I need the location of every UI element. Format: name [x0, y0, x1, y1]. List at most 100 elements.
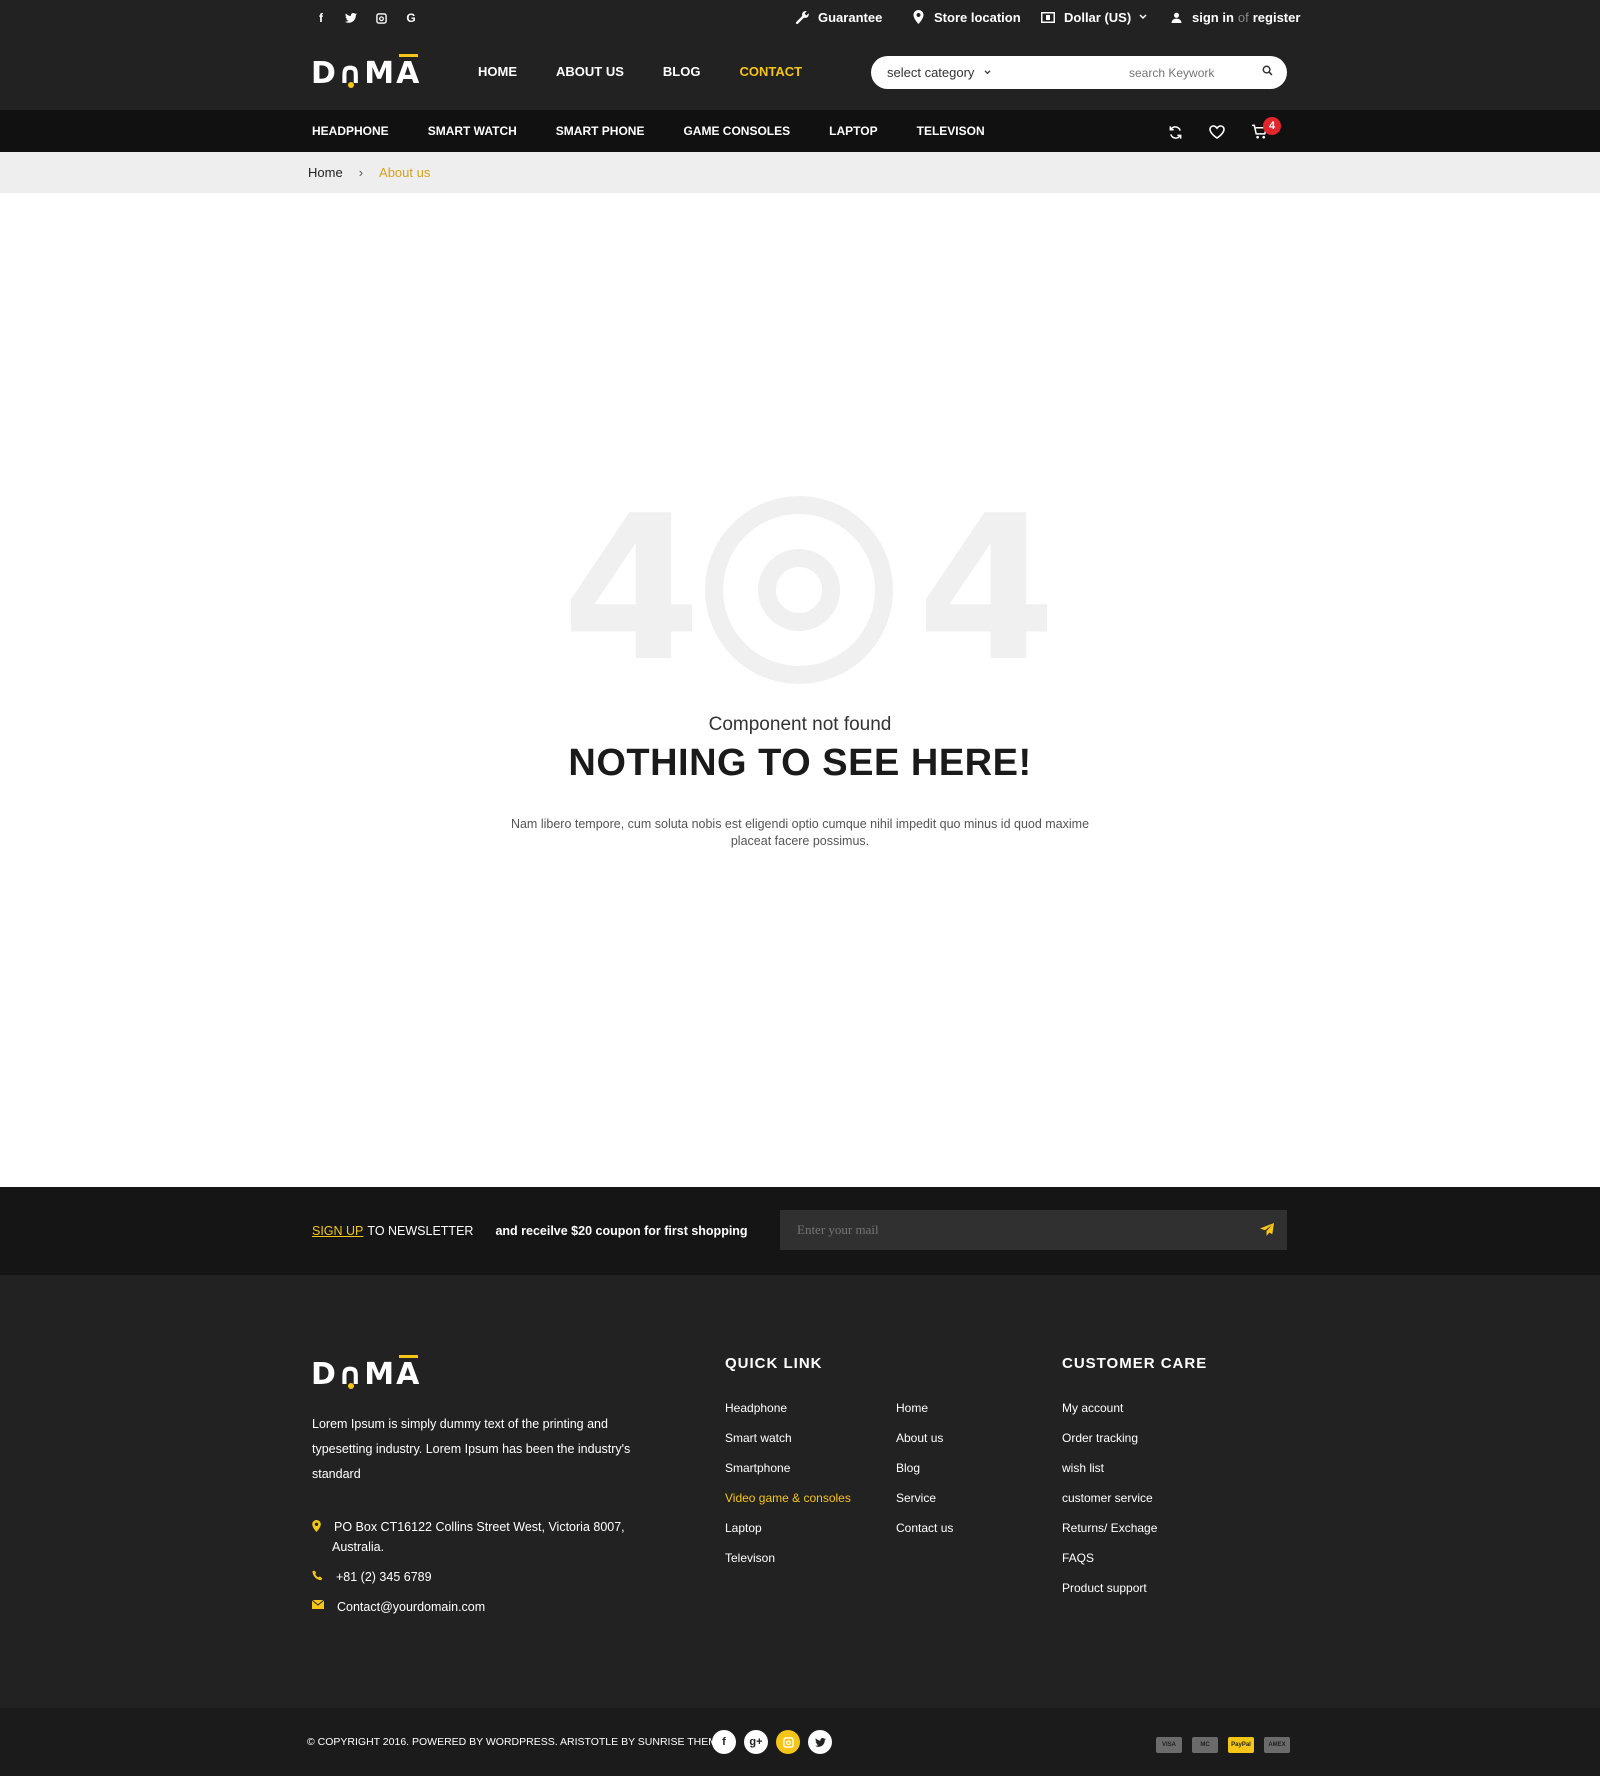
- paypal-icon: PayPal: [1228, 1737, 1254, 1753]
- instagram-icon[interactable]: [776, 1730, 800, 1754]
- category-televison[interactable]: TELEVISON: [917, 124, 985, 138]
- or-text: of: [1237, 9, 1249, 25]
- nav-contact[interactable]: CONTACT: [739, 64, 802, 79]
- google-icon[interactable]: G: [402, 10, 420, 26]
- newsletter-text: SIGN UP TO NEWSLETTER and receilve $20 c…: [312, 1224, 748, 1238]
- map-pin-icon: [312, 1520, 324, 1557]
- twitter-icon[interactable]: [808, 1730, 832, 1754]
- quick-links-col-2: Home About us Blog Service Contact us: [896, 1401, 953, 1551]
- category-laptop[interactable]: LAPTOP: [829, 124, 877, 138]
- currency-select[interactable]: Dollar (US): [1040, 9, 1147, 25]
- newsletter-section: SIGN UP TO NEWSLETTER and receilve $20 c…: [0, 1187, 1600, 1275]
- cart-count-badge: 4: [1263, 117, 1281, 135]
- footer-link[interactable]: customer service: [1062, 1491, 1157, 1521]
- user-icon: [1168, 9, 1184, 25]
- search-icon[interactable]: [1262, 65, 1273, 76]
- error-404-graphic: 4 4: [562, 473, 1056, 706]
- copyright-text: © COPYRIGHT 2016. POWERED BY WORDPRESS. …: [307, 1736, 724, 1748]
- header-social-links: f G: [312, 10, 420, 26]
- footer-link[interactable]: My account: [1062, 1401, 1157, 1431]
- footer-link[interactable]: Headphone: [725, 1401, 851, 1431]
- newsletter-form: [780, 1210, 1287, 1250]
- footer-logo[interactable]: D ∩ M A: [311, 1355, 421, 1392]
- breadcrumb-separator: ›: [358, 165, 364, 180]
- map-pin-icon: [910, 9, 926, 25]
- facebook-icon[interactable]: f: [312, 10, 330, 26]
- footer-link[interactable]: Smartphone: [725, 1461, 851, 1491]
- nav-about-us[interactable]: ABOUT US: [556, 64, 624, 79]
- send-icon[interactable]: [1259, 1222, 1275, 1237]
- category-headphone[interactable]: HEADPHONE: [312, 124, 389, 138]
- error-code-left: 4: [562, 473, 702, 706]
- signup-link[interactable]: SIGN UP: [312, 1224, 363, 1238]
- account-links: sign in of register: [1168, 9, 1300, 25]
- mastercard-icon: MC: [1192, 1737, 1218, 1753]
- category-smart-watch[interactable]: SMART WATCH: [428, 124, 517, 138]
- google-plus-icon[interactable]: g+: [744, 1730, 768, 1754]
- wrench-icon: [794, 9, 810, 25]
- customer-care-links: My account Order tracking wish list cust…: [1062, 1401, 1157, 1611]
- footer-link[interactable]: Blog: [896, 1461, 953, 1491]
- guarantee-label: Guarantee: [818, 9, 883, 25]
- twitter-icon[interactable]: [342, 10, 360, 26]
- address-line-2: Australia.: [332, 1540, 385, 1554]
- footer-link[interactable]: wish list: [1062, 1461, 1157, 1491]
- instagram-icon[interactable]: [372, 10, 390, 26]
- footer-link[interactable]: Contact us: [896, 1521, 953, 1551]
- bottom-bar: © COPYRIGHT 2016. POWERED BY WORDPRESS. …: [0, 1708, 1600, 1776]
- category-select[interactable]: select category: [887, 65, 991, 80]
- newsletter-email-input[interactable]: [797, 1222, 1197, 1238]
- store-location-link[interactable]: Store location: [910, 9, 1021, 25]
- currency-label: Dollar (US): [1064, 9, 1132, 25]
- breadcrumb-current: About us: [379, 165, 431, 180]
- footer-link[interactable]: FAQS: [1062, 1551, 1157, 1581]
- logo-a-mark: ∩: [337, 56, 365, 91]
- breadcrumb-home[interactable]: Home: [308, 165, 343, 180]
- footer-link[interactable]: Returns/ Exchage: [1062, 1521, 1157, 1551]
- footer-link[interactable]: Service: [896, 1491, 953, 1521]
- search-input[interactable]: [1129, 65, 1239, 80]
- error-description: Nam libero tempore, cum soluta nobis est…: [510, 817, 1090, 848]
- register-link[interactable]: register: [1253, 10, 1301, 25]
- footer-link[interactable]: Order tracking: [1062, 1431, 1157, 1461]
- category-game-consoles[interactable]: GAME CONSOLES: [683, 124, 790, 138]
- quick-link-heading: QUICK LINK: [725, 1355, 823, 1372]
- nav-home[interactable]: HOME: [478, 64, 517, 79]
- footer-link[interactable]: Video game & consoles: [725, 1491, 851, 1521]
- error-title: NOTHING TO SEE HERE!: [568, 742, 1032, 784]
- footer-social-links: f g+: [712, 1730, 832, 1754]
- footer-link[interactable]: Home: [896, 1401, 953, 1431]
- email-link[interactable]: Contact@yourdomain.com: [337, 1597, 485, 1617]
- sign-in-link[interactable]: sign in: [1192, 10, 1234, 25]
- footer-about-text: Lorem Ipsum is simply dummy text of the …: [312, 1417, 631, 1481]
- nav-blog[interactable]: BLOG: [663, 64, 701, 79]
- main-nav: HOME ABOUT US BLOG CONTACT: [478, 64, 841, 79]
- phone-icon: [312, 1570, 324, 1587]
- heart-icon[interactable]: [1209, 125, 1225, 139]
- category-select-label: select category: [887, 65, 975, 80]
- newsletter-offer: and receilve $20 coupon for first shoppi…: [495, 1224, 748, 1238]
- footer-link[interactable]: Product support: [1062, 1581, 1157, 1611]
- category-smart-phone[interactable]: SMART PHONE: [556, 124, 645, 138]
- footer-link[interactable]: About us: [896, 1431, 953, 1461]
- payment-methods: VISA MC PayPal AMEX: [1156, 1737, 1290, 1753]
- logo[interactable]: D ∩ M A: [311, 54, 421, 91]
- footer-link[interactable]: Smart watch: [725, 1431, 851, 1461]
- phone-number: +81 (2) 345 6789: [336, 1570, 432, 1584]
- visa-icon: VISA: [1156, 1737, 1182, 1753]
- amex-icon: AMEX: [1264, 1737, 1290, 1753]
- address-line-1: PO Box CT16122 Collins Street West, Vict…: [334, 1520, 625, 1534]
- category-bar: HEADPHONE SMART WATCH SMART PHONE GAME C…: [0, 110, 1600, 152]
- logo-text: D: [311, 56, 338, 91]
- breadcrumb: Home › About us: [0, 152, 1600, 193]
- facebook-icon[interactable]: f: [712, 1730, 736, 1754]
- refresh-compare-icon[interactable]: [1168, 125, 1183, 140]
- customer-care-heading: CUSTOMER CARE: [1062, 1355, 1208, 1372]
- footer-link[interactable]: Laptop: [725, 1521, 851, 1551]
- guarantee-link[interactable]: Guarantee: [794, 9, 882, 25]
- error-code-right: 4: [917, 473, 1057, 706]
- cart-button[interactable]: 4: [1251, 117, 1281, 140]
- footer-link[interactable]: Televison: [725, 1551, 851, 1581]
- search-bar: select category: [871, 56, 1287, 89]
- footer-email: Contact@yourdomain.com: [312, 1597, 625, 1617]
